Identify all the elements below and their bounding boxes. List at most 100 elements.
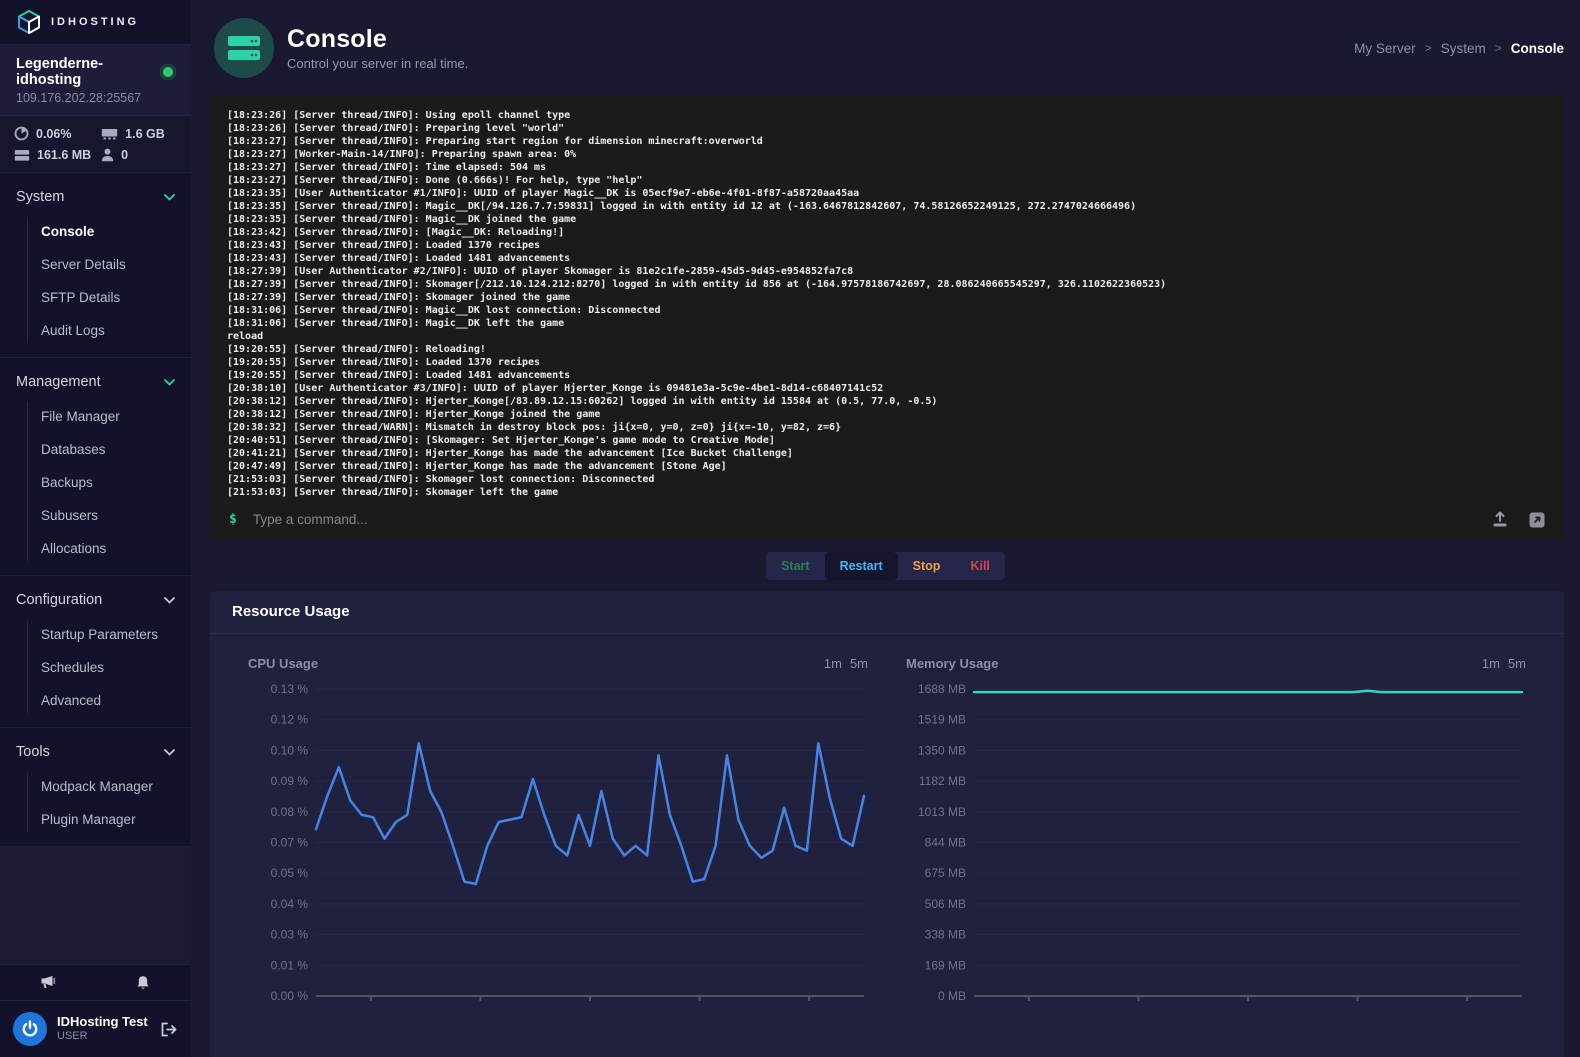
svg-text:0.04 %: 0.04 % bbox=[271, 897, 309, 911]
svg-text:0.03 %: 0.03 % bbox=[271, 928, 309, 942]
console-log-line: [20:41:21] [Server thread/INFO]: Hjerter… bbox=[227, 447, 1547, 460]
sidebar-item-audit-logs[interactable]: Audit Logs bbox=[0, 314, 191, 347]
chart-header: CPU Usage1m5m bbox=[248, 656, 868, 671]
console-log-line: [18:23:27] [Server thread/INFO]: Prepari… bbox=[227, 135, 1547, 148]
memory-usage-chart: Memory Usage1m5m1688 MB1519 MB1350 MB118… bbox=[906, 650, 1526, 1011]
chart-header: Memory Usage1m5m bbox=[906, 656, 1526, 671]
sidebar-item-backups[interactable]: Backups bbox=[0, 466, 191, 499]
page-title: Console bbox=[287, 25, 468, 54]
svg-text:0.05 %: 0.05 % bbox=[271, 866, 309, 880]
sidebar-item-subusers[interactable]: Subusers bbox=[0, 499, 191, 532]
server-address: 109.176.202.28:25567 bbox=[16, 91, 175, 105]
svg-text:675 MB: 675 MB bbox=[925, 866, 966, 880]
stat-value: 0 bbox=[121, 148, 128, 162]
console-log-line: [18:23:35] [Server thread/INFO]: Magic__… bbox=[227, 200, 1547, 213]
console-log-line: [20:40:51] [Server thread/INFO]: [Skomag… bbox=[227, 434, 1547, 447]
notifications-button[interactable] bbox=[96, 965, 192, 1000]
start-button[interactable]: Start bbox=[766, 552, 824, 580]
svg-text:1013 MB: 1013 MB bbox=[918, 805, 966, 819]
chevron-down-icon bbox=[164, 194, 175, 201]
console-log-line: [18:23:27] [Server thread/INFO]: Time el… bbox=[227, 161, 1547, 174]
sidebar-item-allocations[interactable]: Allocations bbox=[0, 532, 191, 565]
resource-usage-title: Resource Usage bbox=[232, 603, 350, 620]
range-5m-button[interactable]: 5m bbox=[1508, 656, 1526, 671]
nav-group-header-configuration[interactable]: Configuration bbox=[0, 582, 191, 618]
server-stat: 0 bbox=[101, 148, 177, 162]
nav-group-header-management[interactable]: Management bbox=[0, 364, 191, 400]
page-subtitle: Control your server in real time. bbox=[287, 56, 468, 71]
bell-icon bbox=[136, 975, 150, 991]
page-header: Console Control your server in real time… bbox=[191, 0, 1580, 96]
sidebar-item-schedules[interactable]: Schedules bbox=[0, 651, 191, 684]
range-1m-button[interactable]: 1m bbox=[1482, 656, 1500, 671]
sidebar-item-console[interactable]: Console bbox=[0, 215, 191, 248]
server-name: Legenderne-idhosting bbox=[16, 56, 163, 88]
console-log-line: [18:27:39] [Server thread/INFO]: Skomage… bbox=[227, 278, 1547, 291]
sidebar-item-server-details[interactable]: Server Details bbox=[0, 248, 191, 281]
nav-group-header-tools[interactable]: Tools bbox=[0, 734, 191, 770]
sidebar-item-sftp-details[interactable]: SFTP Details bbox=[0, 281, 191, 314]
console-log[interactable]: [18:23:26] [Server thread/INFO]: Using e… bbox=[210, 96, 1564, 499]
chart-plot: 1688 MB1519 MB1350 MB1182 MB1013 MB844 M… bbox=[906, 679, 1526, 1006]
breadcrumb-item[interactable]: Console bbox=[1511, 41, 1564, 56]
console-log-line: [20:38:12] [Server thread/INFO]: Hjerter… bbox=[227, 408, 1547, 421]
avatar[interactable] bbox=[13, 1012, 47, 1046]
console-log-line: [18:23:42] [Server thread/INFO]: [Magic_… bbox=[227, 226, 1547, 239]
nav-items: Startup ParametersSchedulesAdvanced bbox=[0, 618, 191, 723]
svg-text:1182 MB: 1182 MB bbox=[919, 774, 966, 788]
range-1m-button[interactable]: 1m bbox=[824, 656, 842, 671]
popout-icon bbox=[1529, 512, 1545, 528]
breadcrumb-item[interactable]: My Server bbox=[1354, 41, 1416, 56]
console-log-line: [19:20:55] [Server thread/INFO]: Reloadi… bbox=[227, 343, 1547, 356]
megaphone-icon bbox=[39, 975, 56, 990]
sidebar-item-advanced[interactable]: Advanced bbox=[0, 684, 191, 717]
nav-group-header-system[interactable]: System bbox=[0, 179, 191, 215]
brand-name: IDHOSTING bbox=[51, 16, 139, 28]
announcements-button[interactable] bbox=[0, 965, 96, 1000]
breadcrumb-item[interactable]: System bbox=[1441, 41, 1486, 56]
nav-group-label: Tools bbox=[16, 744, 50, 760]
upload-button[interactable] bbox=[1491, 511, 1509, 528]
sidebar-item-modpack-manager[interactable]: Modpack Manager bbox=[0, 770, 191, 803]
svg-text:0.13 %: 0.13 % bbox=[271, 682, 309, 696]
range-5m-button[interactable]: 5m bbox=[850, 656, 868, 671]
memory-icon bbox=[101, 128, 118, 140]
sidebar-item-plugin-manager[interactable]: Plugin Manager bbox=[0, 803, 191, 836]
server-stats: 0.06%1.6 GB161.6 MB0 bbox=[0, 116, 191, 173]
console-log-line: [19:20:55] [Server thread/INFO]: Loaded … bbox=[227, 356, 1547, 369]
svg-text:1688 MB: 1688 MB bbox=[918, 682, 966, 696]
svg-text:844 MB: 844 MB bbox=[925, 836, 966, 850]
disk-icon bbox=[14, 149, 30, 162]
svg-text:0.01 %: 0.01 % bbox=[271, 958, 309, 972]
nav-group-management: ManagementFile ManagerDatabasesBackupsSu… bbox=[0, 358, 191, 576]
user-panel: IDHosting Test USER bbox=[0, 1001, 191, 1057]
console-badge bbox=[214, 18, 274, 78]
server-stack-icon bbox=[227, 34, 261, 62]
svg-text:0.07 %: 0.07 % bbox=[271, 836, 309, 850]
console-log-line: [18:23:27] [Server thread/INFO]: Done (0… bbox=[227, 174, 1547, 187]
sidebar-item-file-manager[interactable]: File Manager bbox=[0, 400, 191, 433]
kill-button[interactable]: Kill bbox=[955, 552, 1004, 580]
stop-button[interactable]: Stop bbox=[898, 552, 956, 580]
logout-button[interactable] bbox=[160, 1022, 177, 1037]
chart-plot: 0.13 %0.12 %0.10 %0.09 %0.08 %0.07 %0.05… bbox=[248, 679, 868, 1006]
restart-button[interactable]: Restart bbox=[825, 552, 898, 580]
console-log-line: [20:38:32] [Server thread/WARN]: Mismatc… bbox=[227, 421, 1547, 434]
command-input[interactable] bbox=[253, 512, 1491, 527]
sidebar-item-databases[interactable]: Databases bbox=[0, 433, 191, 466]
console-log-line: [20:38:10] [User Authenticator #3/INFO]:… bbox=[227, 382, 1547, 395]
console-log-line: [20:38:12] [Server thread/INFO]: Hjerter… bbox=[227, 395, 1547, 408]
nav-group-configuration: ConfigurationStartup ParametersSchedules… bbox=[0, 576, 191, 728]
console-log-line: [19:20:55] [Server thread/INFO]: Loaded … bbox=[227, 369, 1547, 382]
svg-text:0.12 %: 0.12 % bbox=[271, 713, 309, 727]
console-log-line: [21:53:03] [Server thread/INFO]: Skomage… bbox=[227, 473, 1547, 486]
nav-items: ConsoleServer DetailsSFTP DetailsAudit L… bbox=[0, 215, 191, 353]
sidebar-item-startup-parameters[interactable]: Startup Parameters bbox=[0, 618, 191, 651]
brand-logo[interactable]: IDHOSTING bbox=[0, 0, 191, 45]
server-info: Legenderne-idhosting 109.176.202.28:2556… bbox=[0, 45, 191, 116]
console-log-line: [20:47:49] [Server thread/INFO]: Hjerter… bbox=[227, 460, 1547, 473]
console-log-line: [18:23:35] [Server thread/INFO]: Magic__… bbox=[227, 213, 1547, 226]
breadcrumb-separator: > bbox=[1495, 41, 1502, 55]
popout-button[interactable] bbox=[1529, 512, 1545, 528]
chart-range-options: 1m 5m bbox=[1482, 656, 1526, 671]
